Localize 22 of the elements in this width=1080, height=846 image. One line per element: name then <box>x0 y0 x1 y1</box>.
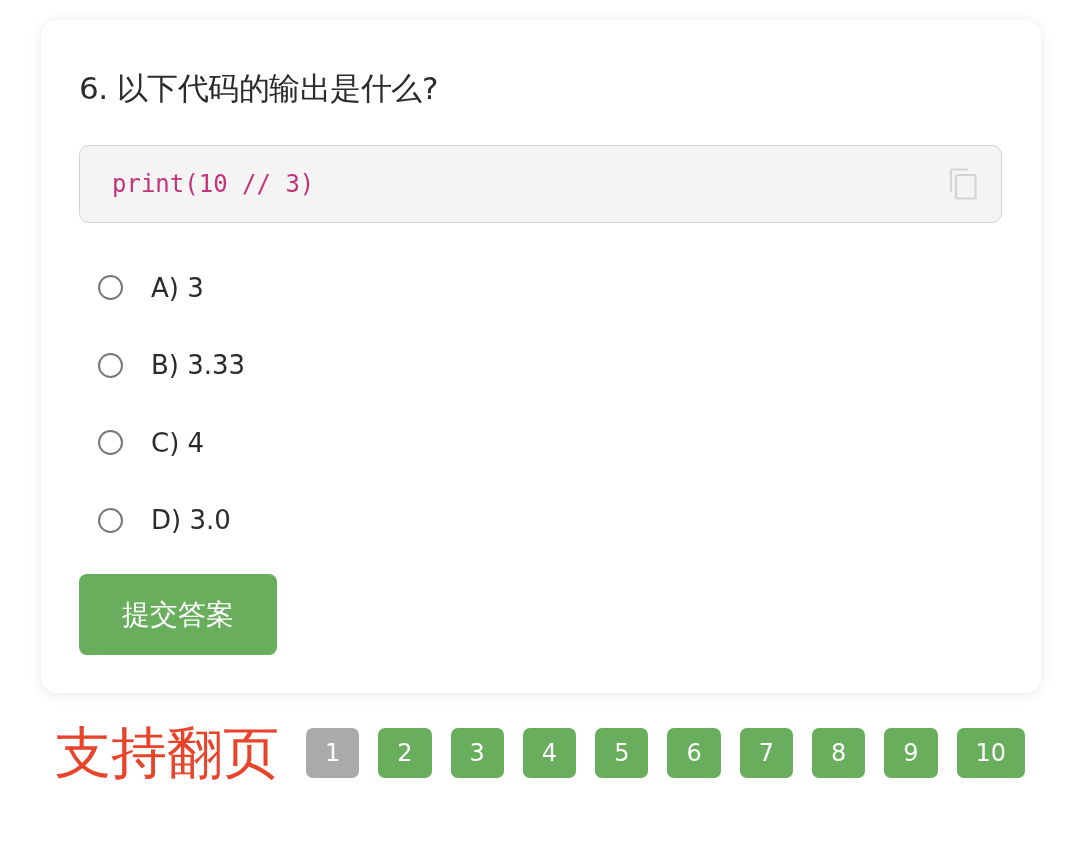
annotation-text: 支持翻页 <box>55 721 279 785</box>
option-label: B) 3.33 <box>151 349 246 383</box>
page-button[interactable]: 7 <box>739 728 793 778</box>
page-button[interactable]: 4 <box>522 728 577 778</box>
page-button[interactable]: 5 <box>595 728 649 778</box>
page-button[interactable]: 3 <box>450 728 504 778</box>
option-label: A) 3 <box>151 271 204 305</box>
radio-button[interactable] <box>98 352 123 378</box>
radio-button[interactable] <box>98 507 123 533</box>
radio-button[interactable] <box>98 275 123 301</box>
page-button[interactable]: 8 <box>811 728 866 778</box>
page-button[interactable]: 1 <box>306 728 360 778</box>
option-label: C) 4 <box>151 426 205 460</box>
page-button[interactable]: 9 <box>884 728 938 778</box>
page-button[interactable]: 6 <box>667 728 721 778</box>
page-button[interactable]: 10 <box>956 728 1026 778</box>
page-button[interactable]: 2 <box>378 728 432 778</box>
radio-button[interactable] <box>98 430 123 456</box>
submit-button[interactable]: 提交答案 <box>79 574 277 655</box>
option-label: D) 3.0 <box>151 504 231 538</box>
code-text: print(10 // 3) <box>112 170 315 198</box>
question-title: 6. 以下代码的输出是什么? <box>79 69 438 108</box>
